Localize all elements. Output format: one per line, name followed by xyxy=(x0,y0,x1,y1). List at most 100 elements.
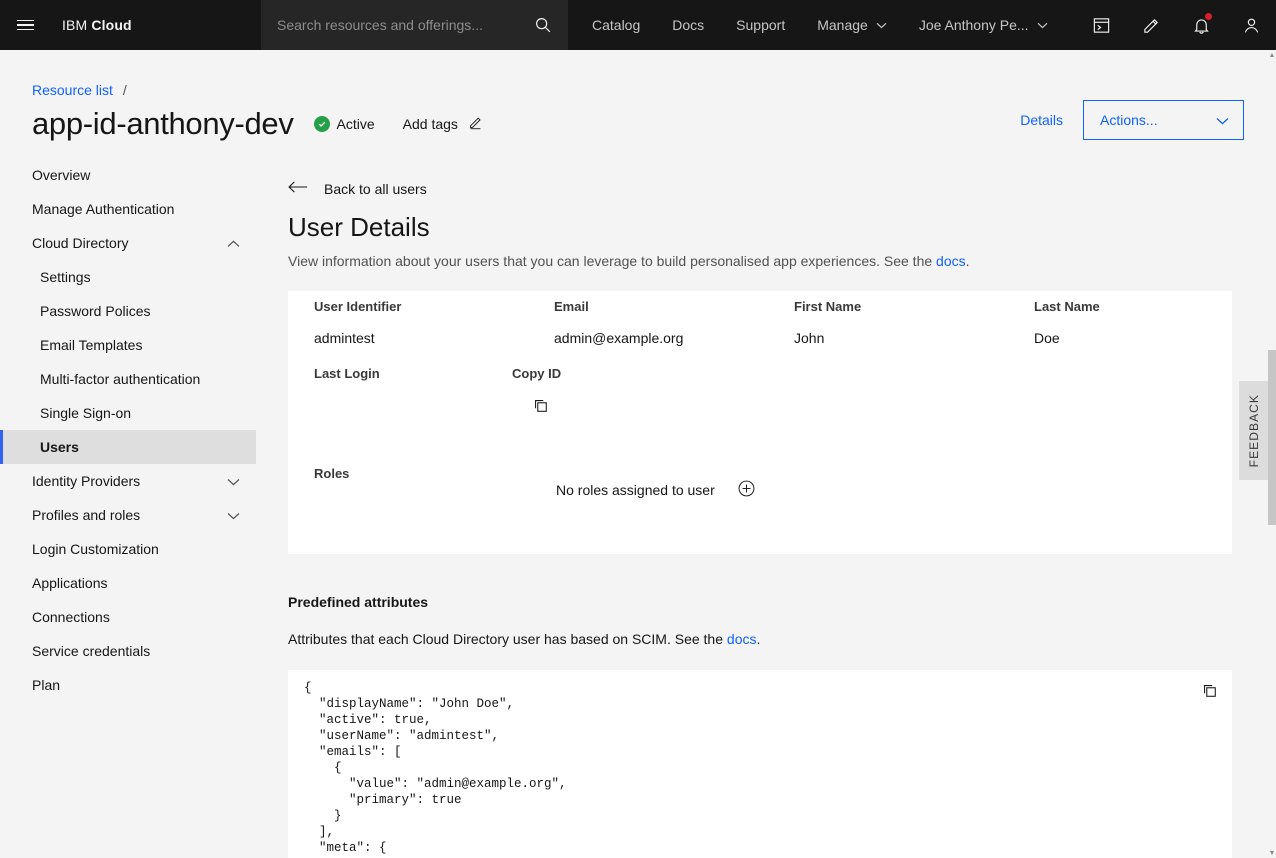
sidebar-item-service-credentials[interactable]: Service credentials xyxy=(0,634,256,668)
scroll-down-arrow-icon[interactable]: ▼ xyxy=(1268,848,1276,858)
nav-label: Manage xyxy=(817,17,868,33)
title-row: app-id-anthony-dev Active Add tags xyxy=(32,106,483,142)
header-icon-group xyxy=(1076,0,1276,50)
sidebar-item-label: Email Templates xyxy=(40,337,142,353)
field-last-name: Last Name Doe xyxy=(1034,299,1234,346)
sidebar-item-label: Settings xyxy=(40,269,91,285)
page-scrollbar[interactable]: ▲ ▼ xyxy=(1268,50,1276,858)
arrow-left-icon xyxy=(288,180,308,197)
nav-link-account[interactable]: Joe Anthony Pe... xyxy=(903,0,1064,50)
scrollbar-thumb[interactable] xyxy=(1268,350,1276,525)
nav-label: Joe Anthony Pe... xyxy=(919,17,1029,33)
search-icon[interactable] xyxy=(518,0,568,50)
sidebar-item-login-customization[interactable]: Login Customization xyxy=(0,532,256,566)
back-to-all-users-link[interactable]: Back to all users xyxy=(288,180,427,197)
field-label: First Name xyxy=(794,299,1034,314)
chevron-down-icon xyxy=(1216,112,1229,128)
nav-link-catalog[interactable]: Catalog xyxy=(576,0,656,50)
field-label: Email xyxy=(554,299,794,314)
copy-icon xyxy=(532,397,549,417)
sidebar-item-label: Login Customization xyxy=(32,541,159,557)
field-value: Doe xyxy=(1034,330,1234,346)
sidebar-item-plan[interactable]: Plan xyxy=(0,668,256,702)
chevron-down-icon xyxy=(1037,22,1048,29)
nav-label: Support xyxy=(736,17,785,33)
details-link[interactable]: Details xyxy=(1020,112,1063,128)
field-copy-id: Copy ID xyxy=(512,366,794,417)
roles-value: No roles assigned to user xyxy=(556,479,756,501)
attributes-code-block: { "displayName": "John Doe", "active": t… xyxy=(288,670,1232,858)
sidebar-item-multi-factor-authentication[interactable]: Multi-factor authentication xyxy=(0,362,256,396)
cloud-shell-icon[interactable] xyxy=(1076,0,1126,50)
field-user-identifier: User Identifier admintest xyxy=(314,299,554,346)
field-label: User Identifier xyxy=(314,299,554,314)
user-fields-row-2: Last Login Copy ID xyxy=(314,366,1232,417)
attributes-code-text: { "displayName": "John Doe", "active": t… xyxy=(304,680,567,856)
add-role-button[interactable] xyxy=(737,479,756,501)
title-actions: Details Actions... xyxy=(1020,100,1244,140)
nav-link-manage[interactable]: Manage xyxy=(801,0,903,50)
page-titlebar: Resource list / app-id-anthony-dev Activ… xyxy=(0,50,1276,158)
predefined-attributes-description: Attributes that each Cloud Directory use… xyxy=(288,631,760,647)
nav-link-docs[interactable]: Docs xyxy=(656,0,720,50)
sidebar-item-cloud-directory[interactable]: Cloud Directory xyxy=(0,226,256,260)
sidebar-item-applications[interactable]: Applications xyxy=(0,566,256,600)
status-check-icon xyxy=(314,116,330,132)
status-label: Active xyxy=(337,116,375,132)
sidebar-item-users[interactable]: Users xyxy=(0,430,256,464)
copy-code-button[interactable] xyxy=(1201,682,1218,702)
sidebar-nav: Overview Manage Authentication Cloud Dir… xyxy=(0,158,256,858)
top-header: IBM Cloud Catalog Docs Support Manage xyxy=(0,0,1276,50)
edit-pencil-icon xyxy=(468,115,483,133)
sidebar-item-overview[interactable]: Overview xyxy=(0,158,256,192)
copy-id-button[interactable] xyxy=(532,397,549,417)
sidebar-item-label: Profiles and roles xyxy=(32,507,140,523)
description-text: Attributes that each Cloud Directory use… xyxy=(288,631,727,647)
sidebar-item-manage-authentication[interactable]: Manage Authentication xyxy=(0,192,256,226)
page-title: app-id-anthony-dev xyxy=(32,106,294,142)
sidebar-item-label: Connections xyxy=(32,609,110,625)
notification-badge-dot xyxy=(1205,13,1212,20)
breadcrumb-resource-list[interactable]: Resource list xyxy=(32,82,113,98)
sidebar-item-connections[interactable]: Connections xyxy=(0,600,256,634)
nav-link-support[interactable]: Support xyxy=(720,0,801,50)
header-nav: Catalog Docs Support Manage Joe Anthony … xyxy=(576,0,1064,50)
sidebar-item-label: Plan xyxy=(32,677,60,693)
roles-row: Roles No roles assigned to user xyxy=(314,466,1214,501)
edit-pencil-icon[interactable] xyxy=(1126,0,1176,50)
user-avatar-icon[interactable] xyxy=(1226,0,1276,50)
notifications-bell-icon[interactable] xyxy=(1176,0,1226,50)
nav-label: Catalog xyxy=(592,17,640,33)
sidebar-item-profiles-and-roles[interactable]: Profiles and roles xyxy=(0,498,256,532)
description-text: View information about your users that y… xyxy=(288,253,936,269)
field-label: Last Name xyxy=(1034,299,1234,314)
scroll-up-arrow-icon[interactable]: ▲ xyxy=(1268,50,1276,60)
docs-link[interactable]: docs xyxy=(727,631,757,647)
hamburger-menu-icon[interactable] xyxy=(0,0,50,50)
sidebar-item-email-templates[interactable]: Email Templates xyxy=(0,328,256,362)
sidebar-item-password-polices[interactable]: Password Polices xyxy=(0,294,256,328)
actions-label: Actions... xyxy=(1100,112,1158,128)
sidebar-item-label: Multi-factor authentication xyxy=(40,371,200,387)
docs-link[interactable]: docs xyxy=(936,253,966,269)
user-fields-row-1: User Identifier admintest Email admin@ex… xyxy=(314,299,1232,346)
feedback-tab[interactable]: FEEDBACK xyxy=(1239,381,1268,480)
sidebar-item-single-sign-on[interactable]: Single Sign-on xyxy=(0,396,256,430)
add-tags-button[interactable]: Add tags xyxy=(403,115,483,133)
brand-name: Cloud xyxy=(91,17,131,33)
add-tags-label: Add tags xyxy=(403,116,458,132)
actions-dropdown-button[interactable]: Actions... xyxy=(1083,100,1244,140)
sidebar-item-identity-providers[interactable]: Identity Providers xyxy=(0,464,256,498)
section-description: View information about your users that y… xyxy=(288,253,970,269)
nav-label: Docs xyxy=(672,17,704,33)
feedback-label: FEEDBACK xyxy=(1247,394,1261,467)
field-label: Copy ID xyxy=(512,366,794,381)
field-value: John xyxy=(794,330,1034,346)
search-input[interactable] xyxy=(261,17,518,33)
copy-icon xyxy=(1201,682,1218,702)
description-suffix: . xyxy=(756,631,760,647)
sidebar-item-settings[interactable]: Settings xyxy=(0,260,256,294)
sidebar-item-label: Applications xyxy=(32,575,108,591)
roles-label: Roles xyxy=(314,466,556,481)
ibm-cloud-logo[interactable]: IBM Cloud xyxy=(50,17,132,33)
